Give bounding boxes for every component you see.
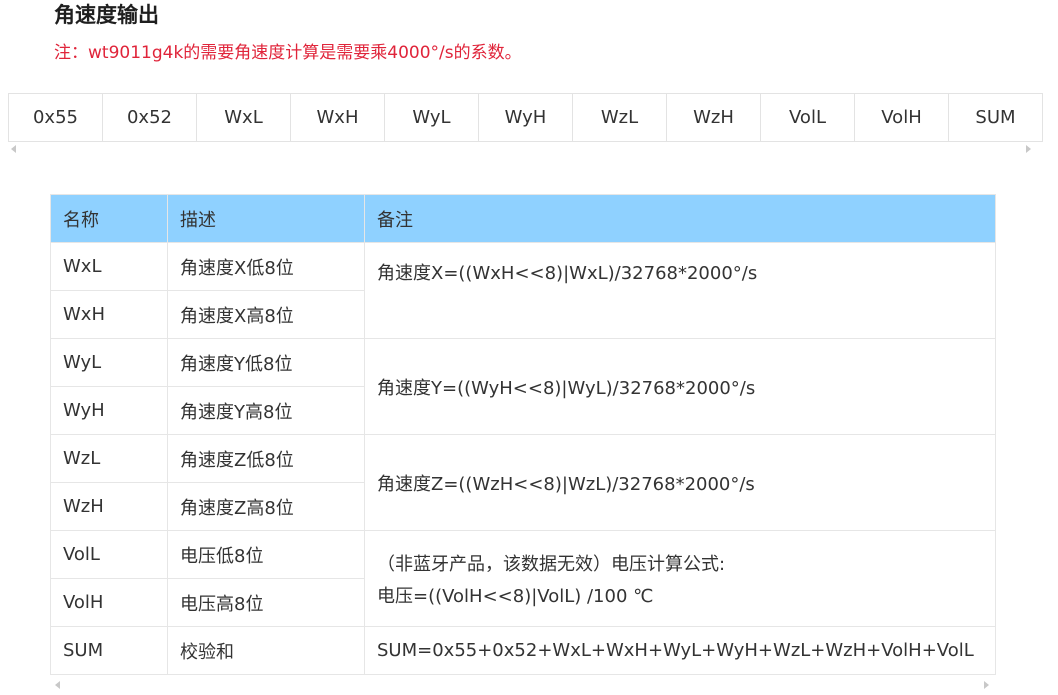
cell-remark-x: 角速度X=((WxH<<8)|WxL)/32768*2000°/s	[364, 242, 996, 339]
protocol-byte: WzL	[572, 93, 667, 142]
cell-desc: 角速度Z高8位	[167, 482, 365, 531]
protocol-byte: VolL	[760, 93, 855, 142]
remark-voltage-line1: （非蓝牙产品，该数据无效）电压计算公式:	[377, 554, 726, 575]
cell-name: WxL	[50, 242, 168, 291]
note-text: 注：wt9011g4k的需要角速度计算是需要乘4000°/s的系数。	[54, 43, 522, 63]
scroll-left-icon[interactable]	[55, 681, 60, 689]
protocol-byte: SUM	[948, 93, 1043, 142]
cell-name: SUM	[50, 626, 168, 675]
cell-name: WyL	[50, 338, 168, 387]
header-remark: 备注	[364, 194, 996, 243]
table-row: SUM 校验和 SUM=0x55+0x52+WxL+WxH+WyL+WyH+Wz…	[50, 626, 996, 675]
protocol-byte: WxH	[290, 93, 385, 142]
protocol-table: 0x55 0x52 WxL WxH WyL WyH WzL WzH VolL V…	[8, 93, 1043, 142]
table-row: WxL 角速度X低8位 角速度X=((WxH<<8)|WxL)/32768*20…	[50, 242, 996, 339]
table-row: WzL 角速度Z低8位 角速度Z=((WzH<<8)|WzL)/32768*20…	[50, 434, 996, 531]
header-description: 描述	[167, 194, 365, 243]
cell-desc: 电压高8位	[167, 578, 365, 627]
scroll-right-icon[interactable]	[984, 681, 989, 689]
protocol-row: 0x55 0x52 WxL WxH WyL WyH WzL WzH VolL V…	[8, 93, 1043, 142]
protocol-byte: WzH	[666, 93, 761, 142]
protocol-byte: WyH	[478, 93, 573, 142]
table-row: VolL 电压低8位 （非蓝牙产品，该数据无效）电压计算公式: 电压=((Vol…	[50, 530, 996, 627]
cell-desc: 电压低8位	[167, 530, 365, 579]
protocol-byte: WxL	[196, 93, 291, 142]
cell-name: WxH	[50, 290, 168, 339]
section-heading: 角速度输出	[54, 3, 159, 27]
cell-desc: 角速度Y高8位	[167, 386, 365, 435]
scroll-right-icon[interactable]	[1026, 145, 1031, 153]
cell-name: WzL	[50, 434, 168, 483]
table-header-row: 名称 描述 备注	[50, 194, 996, 243]
cell-remark-sum: SUM=0x55+0x52+WxL+WxH+WyL+WyH+WzL+WzH+Vo…	[364, 626, 996, 675]
cell-name: VolL	[50, 530, 168, 579]
header-name: 名称	[50, 194, 168, 243]
cell-remark-z: 角速度Z=((WzH<<8)|WzL)/32768*2000°/s	[364, 434, 996, 531]
protocol-byte: WyL	[384, 93, 479, 142]
cell-name: WzH	[50, 482, 168, 531]
remark-voltage-line2: 电压=((VolH<<8)|VolL) /100 ℃	[377, 586, 654, 607]
description-table: 名称 描述 备注 WxL 角速度X低8位 角速度X=((WxH<<8)|WxL)…	[50, 194, 996, 675]
cell-name: VolH	[50, 578, 168, 627]
scroll-left-icon[interactable]	[11, 145, 16, 153]
cell-desc: 角速度Z低8位	[167, 434, 365, 483]
cell-remark-y: 角速度Y=((WyH<<8)|WyL)/32768*2000°/s	[364, 338, 996, 435]
cell-remark-voltage: （非蓝牙产品，该数据无效）电压计算公式: 电压=((VolH<<8)|VolL)…	[364, 530, 996, 627]
protocol-byte: 0x52	[102, 93, 197, 142]
cell-desc: 校验和	[167, 626, 365, 675]
cell-desc: 角速度X高8位	[167, 290, 365, 339]
protocol-byte: 0x55	[8, 93, 103, 142]
cell-desc: 角速度Y低8位	[167, 338, 365, 387]
protocol-byte: VolH	[854, 93, 949, 142]
table-row: WyL 角速度Y低8位 角速度Y=((WyH<<8)|WyL)/32768*20…	[50, 338, 996, 435]
cell-desc: 角速度X低8位	[167, 242, 365, 291]
cell-name: WyH	[50, 386, 168, 435]
